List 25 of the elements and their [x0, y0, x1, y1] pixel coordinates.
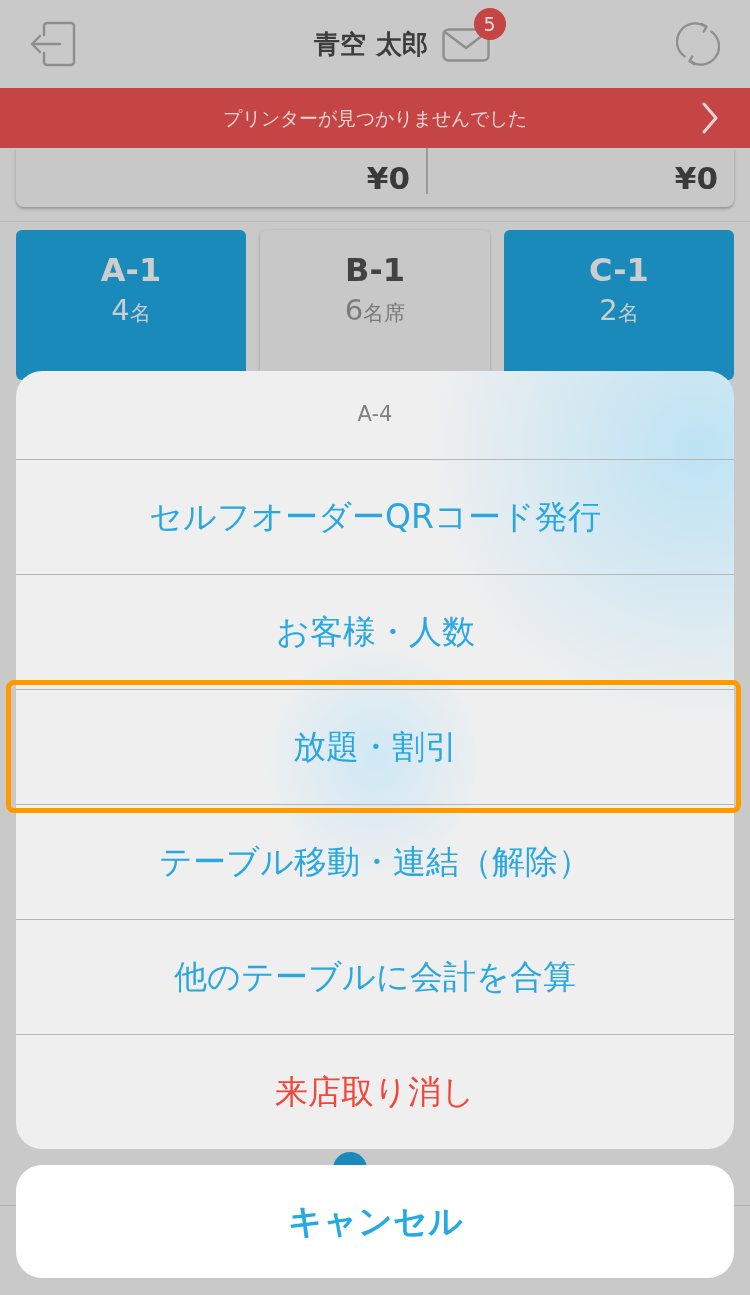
action-item[interactable]: 放題・割引: [16, 689, 734, 804]
cancel-button[interactable]: キャンセル: [16, 1165, 734, 1278]
alert-message: プリンターが見つかりませんでした: [223, 105, 527, 131]
mail-count-badge: 5: [473, 8, 506, 40]
alert-banner[interactable]: プリンターが見つかりませんでした: [0, 88, 750, 148]
action-item[interactable]: 他のテーブルに会計を合算: [16, 919, 734, 1034]
guest-count: 6名席: [344, 296, 406, 325]
guest-count: 4名: [111, 296, 151, 325]
amount-value: ¥0: [366, 163, 410, 194]
table-card[interactable]: C-1 2名: [504, 230, 734, 380]
refresh-icon[interactable]: [676, 21, 720, 67]
amount-value: ¥0: [674, 163, 718, 194]
action-item[interactable]: テーブル移動・連結（解除）: [16, 804, 734, 919]
logout-icon[interactable]: [30, 21, 76, 67]
table-card[interactable]: A-1 4名: [16, 230, 246, 380]
guest-count: 2名: [599, 296, 639, 325]
user-name: 青空 太郎: [314, 27, 428, 61]
table-name: C-1: [589, 254, 649, 286]
table-name: A-1: [100, 254, 162, 286]
table-name: B-1: [345, 254, 405, 286]
action-item[interactable]: セルフオーダーQRコード発行: [16, 459, 734, 574]
action-item[interactable]: 来店取り消し: [16, 1034, 734, 1149]
action-sheet-title: A-4: [357, 401, 393, 429]
chevron-right-icon: [702, 102, 718, 134]
action-item[interactable]: お客様・人数: [16, 574, 734, 689]
